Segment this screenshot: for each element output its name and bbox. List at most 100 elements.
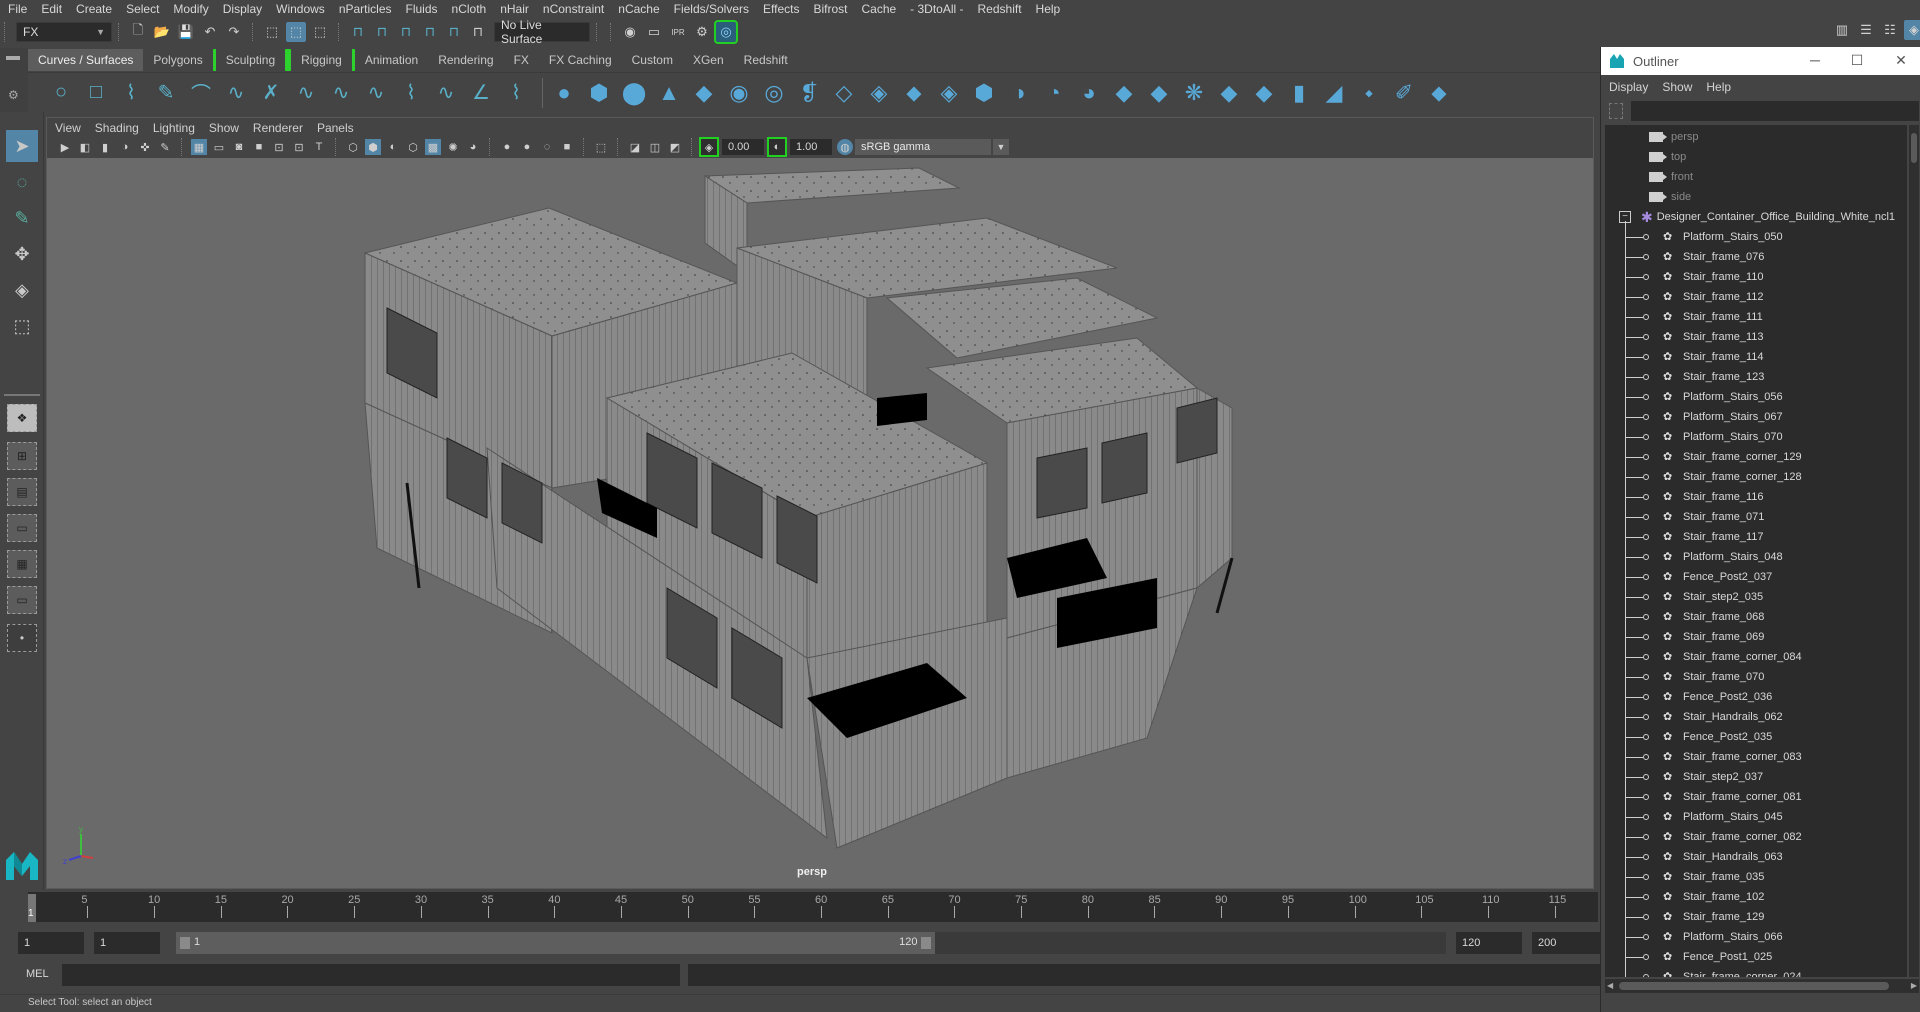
close-icon[interactable]: ✕ xyxy=(1891,52,1911,70)
film-gate-icon[interactable]: ▭ xyxy=(211,139,227,155)
outliner-mesh-item[interactable]: ✿ Fence_Post2_036 xyxy=(1605,687,1907,707)
xray-components-icon[interactable]: ◩ xyxy=(667,139,683,155)
undo-icon[interactable]: ↶ xyxy=(200,22,220,42)
select-object-icon[interactable]: ⬚ xyxy=(286,22,306,42)
mel-label[interactable]: MEL xyxy=(26,968,49,980)
playback-end-field[interactable]: 120 xyxy=(1456,932,1522,954)
bevel-icon[interactable]: ◑ xyxy=(1004,78,1034,108)
depth-of-field-icon[interactable]: ■ xyxy=(559,139,575,155)
plane-icon[interactable]: ◆ xyxy=(689,78,719,108)
menu-item[interactable]: Display xyxy=(223,2,262,16)
grid-icon[interactable]: ▦ xyxy=(191,139,207,155)
xray-joints-icon[interactable]: ◫ xyxy=(647,139,663,155)
sculpt-surface-icon[interactable]: ✐ xyxy=(1389,78,1419,108)
intersect-icon[interactable]: ◔ xyxy=(1039,78,1069,108)
cone-icon[interactable]: ▲ xyxy=(654,78,684,108)
planar-icon[interactable]: ◇ xyxy=(829,78,859,108)
outliner-group-item[interactable]: − ✱ Designer_Container_Office_Building_Whi… xyxy=(1605,207,1907,227)
exposure-field[interactable]: 0.00 xyxy=(722,139,764,155)
color-management-icon[interactable]: ◍ xyxy=(837,139,853,155)
select-component-icon[interactable]: ⬚ xyxy=(310,22,330,42)
viewport-menu-item[interactable]: Panels xyxy=(317,121,354,135)
outliner-mesh-item[interactable]: ✿ Stair_frame_corner_129 xyxy=(1605,447,1907,467)
chevron-down-icon[interactable]: ▼ xyxy=(993,139,1009,155)
ipr-render-icon[interactable]: IPR xyxy=(668,22,688,42)
outliner-mesh-item[interactable]: ✿ Stair_frame_117 xyxy=(1605,527,1907,547)
arc-icon[interactable]: ⌒ xyxy=(186,78,216,108)
shelf-tab[interactable]: Redshift xyxy=(734,49,798,71)
gamma-field[interactable]: 1.00 xyxy=(790,139,832,155)
use-all-lights-icon[interactable]: ✺ xyxy=(445,139,461,155)
outliner-mesh-item[interactable]: ✿ Stair_frame_corner_081 xyxy=(1605,787,1907,807)
viewport-menu-item[interactable]: Lighting xyxy=(153,121,195,135)
safe-action-icon[interactable]: ⊡ xyxy=(291,139,307,155)
field-chart-icon[interactable]: ⊡ xyxy=(271,139,287,155)
gamma-icon[interactable]: ◐ xyxy=(767,137,787,157)
range-bar[interactable]: 1 120 xyxy=(176,932,1446,954)
rebuild-surface-icon[interactable]: ⬩ xyxy=(1354,78,1384,108)
cube-icon[interactable]: ⬢ xyxy=(584,78,614,108)
safe-title-icon[interactable]: T xyxy=(311,139,327,155)
viewport-menu-item[interactable]: View xyxy=(55,121,81,135)
menu-item[interactable]: Fields/Solvers xyxy=(674,2,749,16)
shelf-tab[interactable]: Rigging xyxy=(288,49,355,71)
range-bar-fill[interactable]: 1 120 xyxy=(176,932,936,954)
extrude-icon[interactable]: ◈ xyxy=(864,78,894,108)
wireframe-on-shaded-icon[interactable]: ⬡ xyxy=(405,139,421,155)
four-view-layout-icon[interactable]: ⊞ xyxy=(7,442,37,470)
time-slider[interactable]: 1 5 10 15 20 25 30 35 40 45 50 55 60 65 70 75 80 85 90 95 1… xyxy=(0,890,1600,926)
persp-outliner-layout-icon[interactable]: ▤ xyxy=(7,478,37,506)
outliner-mesh-item[interactable]: ✿ Stair_frame_116 xyxy=(1605,487,1907,507)
menu-item[interactable]: Create xyxy=(76,2,112,16)
project-curve-icon[interactable]: ◕ xyxy=(1074,78,1104,108)
attribute-editor-icon[interactable]: ☰ xyxy=(1856,20,1876,40)
mel-input[interactable] xyxy=(62,964,680,986)
hypershade-layout-icon[interactable]: ▦ xyxy=(7,550,37,578)
menuset-dropdown[interactable]: FX ▼ xyxy=(16,22,112,42)
minimize-icon[interactable]: ─ xyxy=(1805,52,1825,70)
fillet-icon[interactable]: ∿ xyxy=(431,78,461,108)
viewport-menu-item[interactable]: Shading xyxy=(95,121,139,135)
menu-item[interactable]: Bifrost xyxy=(813,2,847,16)
maximize-icon[interactable]: ☐ xyxy=(1847,52,1867,70)
outliner-mesh-item[interactable]: ✿ Stair_step2_037 xyxy=(1605,767,1907,787)
snap-curve-icon[interactable]: ⊓ xyxy=(372,22,392,42)
square-icon[interactable]: □ xyxy=(81,78,111,108)
menu-item[interactable]: File xyxy=(8,2,27,16)
shelf-tab[interactable]: FX Caching xyxy=(539,49,622,71)
range-end-handle[interactable] xyxy=(921,937,932,949)
wireframe-icon[interactable]: ⬡ xyxy=(345,139,361,155)
viewport-menu-item[interactable]: Show xyxy=(209,121,239,135)
outliner-mesh-item[interactable]: ✿ Platform_Stairs_050 xyxy=(1605,227,1907,247)
insert-knot-icon[interactable]: ⌇ xyxy=(501,78,531,108)
camera-attributes-icon[interactable]: ◧ xyxy=(77,139,93,155)
outliner-mesh-item[interactable]: ✿ Platform_Stairs_067 xyxy=(1605,407,1907,427)
insert-isoparm-icon[interactable]: ◆ xyxy=(1249,78,1279,108)
split-surface-icon[interactable]: ⬥ xyxy=(1424,78,1454,108)
outliner-camera-item[interactable]: side xyxy=(1605,187,1907,207)
menu-item[interactable]: - 3DtoAll - xyxy=(910,2,963,16)
screen-space-ao-icon[interactable]: ● xyxy=(499,139,515,155)
shelf-menu-icon[interactable] xyxy=(6,56,20,60)
snap-vertex-icon[interactable]: ⊓ xyxy=(468,22,488,42)
cylinder-icon[interactable]: ⬤ xyxy=(619,78,649,108)
outliner-mesh-item[interactable]: ✿ Stair_frame_corner_082 xyxy=(1605,827,1907,847)
shelf-tab[interactable]: XGen xyxy=(683,49,734,71)
persp-graph-layout-icon[interactable]: ▭ xyxy=(7,514,37,542)
gate-mask-icon[interactable]: ■ xyxy=(251,139,267,155)
outliner-mesh-item[interactable]: ✿ Platform_Stairs_045 xyxy=(1605,807,1907,827)
scroll-thumb[interactable] xyxy=(1619,982,1889,990)
open-scene-icon[interactable]: 📂 xyxy=(152,22,172,42)
outliner-mesh-item[interactable]: ✿ Fence_Post2_035 xyxy=(1605,727,1907,747)
snap-live-icon[interactable]: ⊓ xyxy=(444,22,464,42)
detach-surface-icon[interactable]: ◆ xyxy=(1214,78,1244,108)
smooth-shade-icon[interactable]: ⬢ xyxy=(365,139,381,155)
outliner-camera-item[interactable]: front xyxy=(1605,167,1907,187)
outliner-vertical-scrollbar[interactable] xyxy=(1909,125,1919,977)
menu-item[interactable]: Effects xyxy=(763,2,799,16)
outliner-mesh-item[interactable]: ✿ Stair_step2_035 xyxy=(1605,587,1907,607)
outliner-menu-item[interactable]: Help xyxy=(1706,80,1731,94)
outliner-mesh-item[interactable]: ✿ Stair_frame_102 xyxy=(1605,887,1907,907)
render-view-icon[interactable]: ◉ xyxy=(620,22,640,42)
cv-curve-icon[interactable]: ⌇ xyxy=(116,78,146,108)
